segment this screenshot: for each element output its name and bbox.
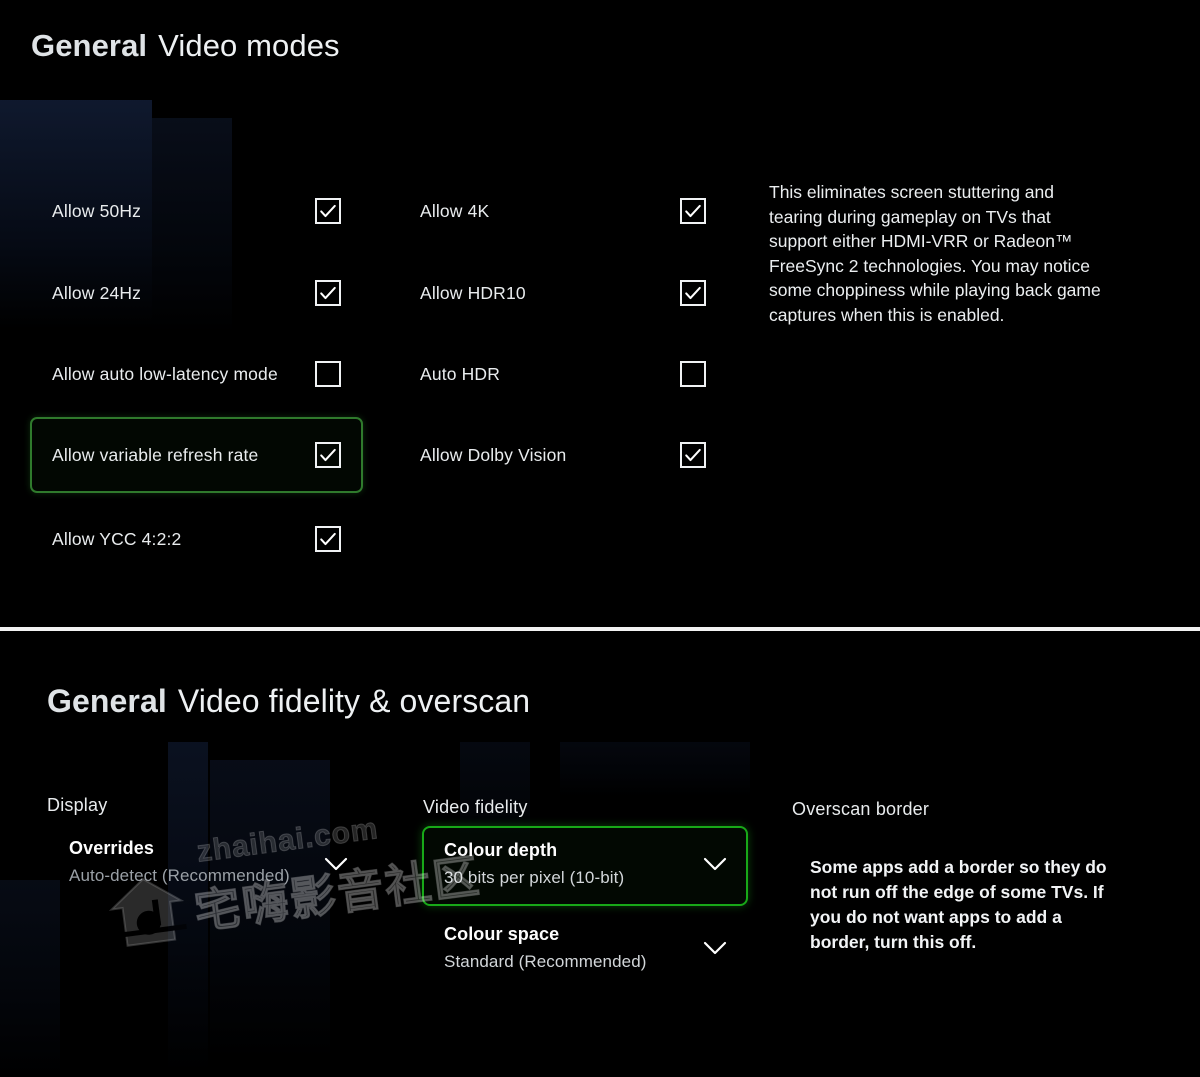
setting-label: Colour depth [444, 840, 558, 860]
variable-refresh-rate-description: This eliminates screen stuttering and te… [769, 182, 1101, 325]
setting-colour-depth[interactable]: Colour depth 30 bits per pixel (10-bit) [422, 826, 748, 906]
setting-value: Auto-detect (Recommended) [69, 866, 290, 885]
checkbox-label: Allow Dolby Vision [420, 444, 567, 465]
check-icon [685, 448, 701, 462]
checkbox-row-allow-dolby-vision[interactable]: Allow Dolby Vision [420, 431, 706, 479]
page-title-text: Video modes [158, 28, 340, 63]
checkbox-row-auto-hdr[interactable]: Auto HDR [420, 350, 706, 398]
checkbox-label: Allow 50Hz [52, 200, 142, 221]
chevron-down-icon[interactable] [702, 856, 728, 872]
checkbox-row-allow-hdr10[interactable]: Allow HDR10 [420, 269, 706, 317]
setting-label: Overrides [69, 838, 154, 858]
page-title-video-modes: General Video modes [31, 28, 340, 64]
setting-value: 30 bits per pixel (10-bit) [444, 868, 625, 887]
checkbox-row-allow-4k[interactable]: Allow 4K [420, 187, 706, 235]
checkbox-label: Allow auto low-latency mode [52, 363, 278, 384]
chevron-down-icon[interactable] [323, 856, 349, 872]
checkbox-label: Auto HDR [420, 363, 500, 384]
page-title-video-fidelity: General Video fidelity & overscan [47, 683, 530, 720]
checkbox-row-allow-auto-low-latency-mode[interactable]: Allow auto low-latency mode [52, 350, 363, 398]
checkbox-allow-50hz[interactable] [315, 198, 341, 224]
checkbox-row-allow-variable-refresh-rate[interactable]: Allow variable refresh rate [52, 431, 363, 479]
checkbox-label: Allow variable refresh rate [52, 444, 259, 465]
checkbox-auto-hdr[interactable] [680, 361, 706, 387]
check-icon [320, 532, 336, 546]
checkbox-row-allow-24hz[interactable]: Allow 24Hz [52, 269, 363, 317]
page-title-text: Video fidelity & overscan [177, 683, 531, 719]
checkbox-row-allow-50hz[interactable]: Allow 50Hz [52, 187, 363, 235]
page-title-prefix: General [31, 28, 148, 63]
checkbox-allow-hdr10[interactable] [680, 280, 706, 306]
group-title-display: Display [47, 795, 108, 815]
setting-value: Standard (Recommended) [444, 952, 647, 971]
checkbox-allow-4k[interactable] [680, 198, 706, 224]
checkbox-allow-variable-refresh-rate[interactable] [315, 442, 341, 468]
checkbox-label: Allow 4K [420, 200, 490, 221]
checkbox-allow-dolby-vision[interactable] [680, 442, 706, 468]
checkbox-label: Allow YCC 4:2:2 [52, 528, 182, 549]
checkbox-allow-24hz[interactable] [315, 280, 341, 306]
checkbox-allow-auto-low-latency-mode[interactable] [315, 361, 341, 387]
setting-colour-space[interactable]: Colour space Standard (Recommended) [422, 910, 748, 990]
overscan-border-description: Some apps add a border so they do not ru… [810, 857, 1107, 952]
check-icon [685, 204, 701, 218]
checkbox-label: Allow 24Hz [52, 282, 142, 303]
check-icon [320, 286, 336, 300]
chevron-down-icon[interactable] [702, 940, 728, 956]
checkbox-row-allow-ycc-422[interactable]: Allow YCC 4:2:2 [52, 515, 363, 563]
panel-divider [0, 627, 1200, 631]
checkbox-label: Allow HDR10 [420, 282, 526, 303]
group-title-video-fidelity: Video fidelity [423, 797, 528, 817]
check-icon [320, 204, 336, 218]
setting-label: Colour space [444, 924, 560, 944]
check-icon [685, 286, 701, 300]
group-title-overscan-border: Overscan border [792, 799, 930, 819]
page-title-prefix: General [47, 683, 167, 719]
setting-overrides[interactable]: Overrides Auto-detect (Recommended) [47, 824, 377, 904]
panel-video-modes: General Video modes Allow 50Hz Allow 24H… [0, 0, 1200, 628]
checkbox-allow-ycc-422[interactable] [315, 526, 341, 552]
check-icon [320, 448, 336, 462]
